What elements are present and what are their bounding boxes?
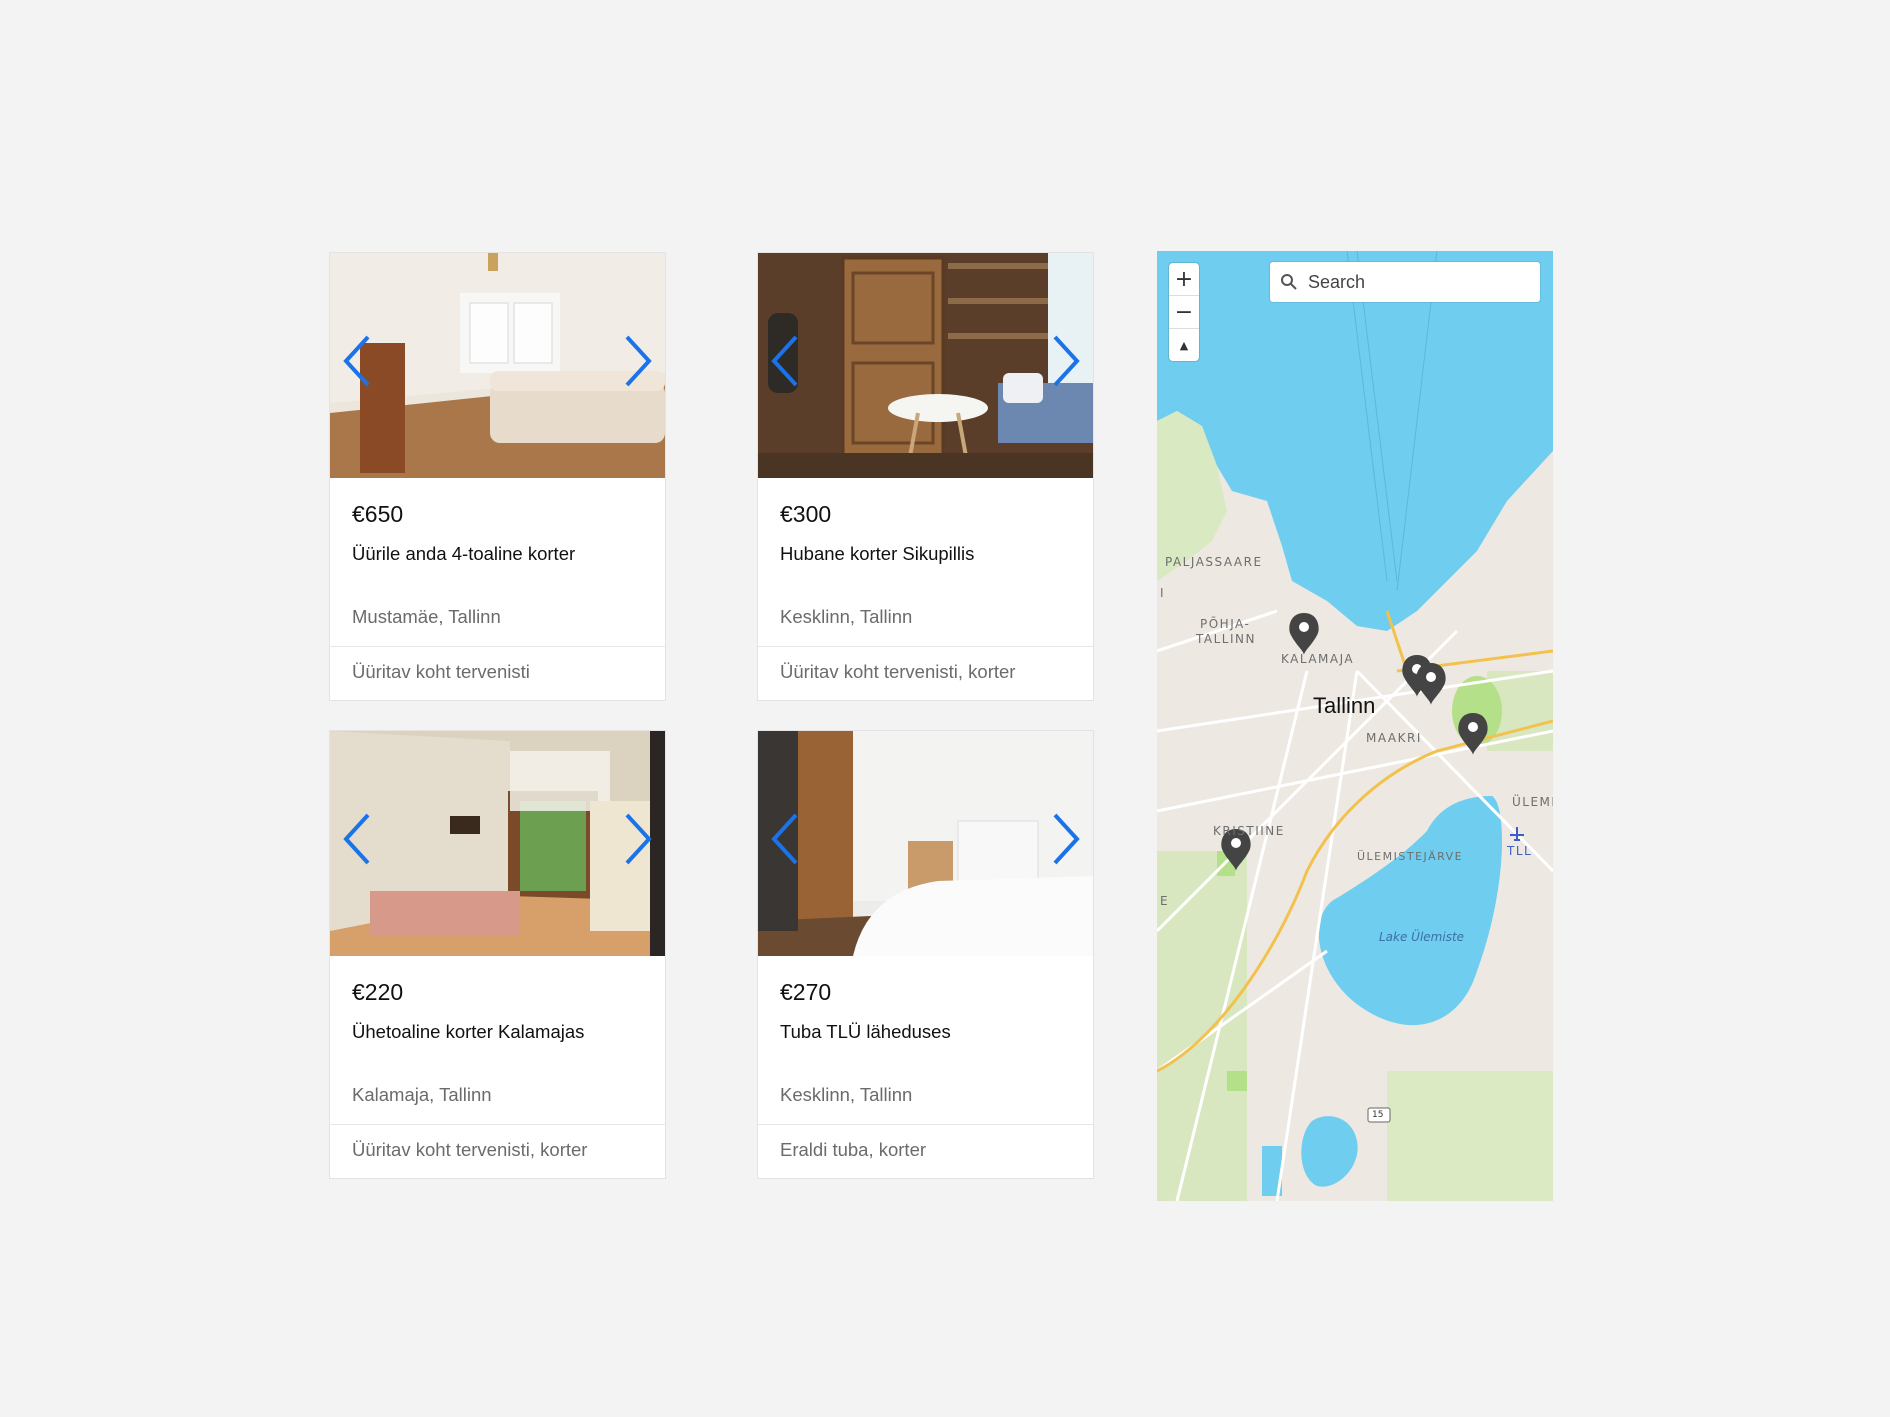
listing-location: Mustamäe, Tallinn	[352, 606, 501, 627]
map-canvas[interactable]	[1157, 251, 1553, 1201]
listing-location: Kesklinn, Tallinn	[780, 1084, 913, 1105]
listing-title[interactable]: Tuba TLÜ läheduses	[780, 1021, 951, 1043]
map-label: KRISTIINE	[1213, 824, 1285, 838]
map-label: PÕHJA-	[1200, 617, 1251, 631]
next-photo-arrow[interactable]	[621, 331, 655, 391]
zoom-control: + − ▲	[1169, 263, 1199, 361]
zoom-in-button[interactable]: +	[1169, 263, 1199, 295]
listing-price: €220	[352, 979, 404, 1005]
map-label: Tallinn	[1313, 693, 1376, 718]
map-label: Lake Ülemiste	[1379, 930, 1465, 944]
listing-title[interactable]: Hubane korter Sikupillis	[780, 543, 974, 565]
listing-location: Kalamaja, Tallinn	[352, 1084, 492, 1105]
zoom-out-button[interactable]: −	[1169, 295, 1199, 328]
previous-photo-arrow[interactable]	[340, 809, 374, 869]
map-search-box[interactable]	[1270, 262, 1540, 302]
listing-photo	[330, 253, 665, 478]
card-divider	[330, 1124, 665, 1125]
map-label: KALAMAJA	[1281, 652, 1355, 666]
compass-button[interactable]: ▲	[1169, 328, 1199, 361]
next-photo-arrow[interactable]	[1049, 331, 1083, 391]
next-photo-arrow[interactable]	[1049, 809, 1083, 869]
map-panel[interactable]: PALJASSAARE I PÕHJA- TALLINN KALAMAJA Ta…	[1157, 251, 1553, 1201]
map-search-input[interactable]	[1306, 270, 1530, 294]
map-label: ÜLEMI	[1512, 795, 1553, 809]
map-label: MAAKRI	[1366, 731, 1422, 745]
listing-location: Kesklinn, Tallinn	[780, 606, 913, 627]
listing-title[interactable]: Üürile anda 4-toaline korter	[352, 543, 575, 565]
map-label: TLL	[1507, 844, 1533, 858]
map-label: TALLINN	[1196, 632, 1256, 646]
listing-card-4[interactable]: €270 Tuba TLÜ läheduses Kesklinn, Tallin…	[757, 730, 1094, 1179]
listing-type: Üüritav koht tervenisti, korter	[780, 661, 1016, 682]
search-icon	[1281, 274, 1297, 290]
listing-card-2[interactable]: €300 Hubane korter Sikupillis Kesklinn, …	[757, 252, 1094, 701]
listing-photo	[758, 731, 1093, 956]
previous-photo-arrow[interactable]	[768, 809, 802, 869]
card-divider	[330, 646, 665, 647]
listing-photo	[758, 253, 1093, 478]
listing-title[interactable]: Ühetoaline korter Kalamajas	[352, 1021, 584, 1043]
listing-type: Eraldi tuba, korter	[780, 1139, 927, 1160]
previous-photo-arrow[interactable]	[768, 331, 802, 391]
listing-type: Üüritav koht tervenisti	[352, 661, 530, 682]
listing-price: €650	[352, 501, 404, 527]
listing-type: Üüritav koht tervenisti, korter	[352, 1139, 588, 1160]
card-divider	[758, 1124, 1093, 1125]
next-photo-arrow[interactable]	[621, 809, 655, 869]
road-shield-label: 15	[1372, 1110, 1384, 1120]
listing-card-3[interactable]: €220 Ühetoaline korter Kalamajas Kalamaj…	[329, 730, 666, 1179]
card-divider	[758, 646, 1093, 647]
listing-price: €270	[780, 979, 832, 1005]
listing-photo	[330, 731, 665, 956]
map-label: E	[1160, 894, 1170, 908]
listing-price: €300	[780, 501, 832, 527]
listing-card-1[interactable]: €650 Üürile anda 4-toaline korter Mustam…	[329, 252, 666, 701]
map-label: PALJASSAARE	[1165, 555, 1263, 569]
previous-photo-arrow[interactable]	[340, 331, 374, 391]
map-label: ÜLEMISTEJÄRVE	[1357, 850, 1464, 863]
map-label: I	[1160, 586, 1166, 600]
